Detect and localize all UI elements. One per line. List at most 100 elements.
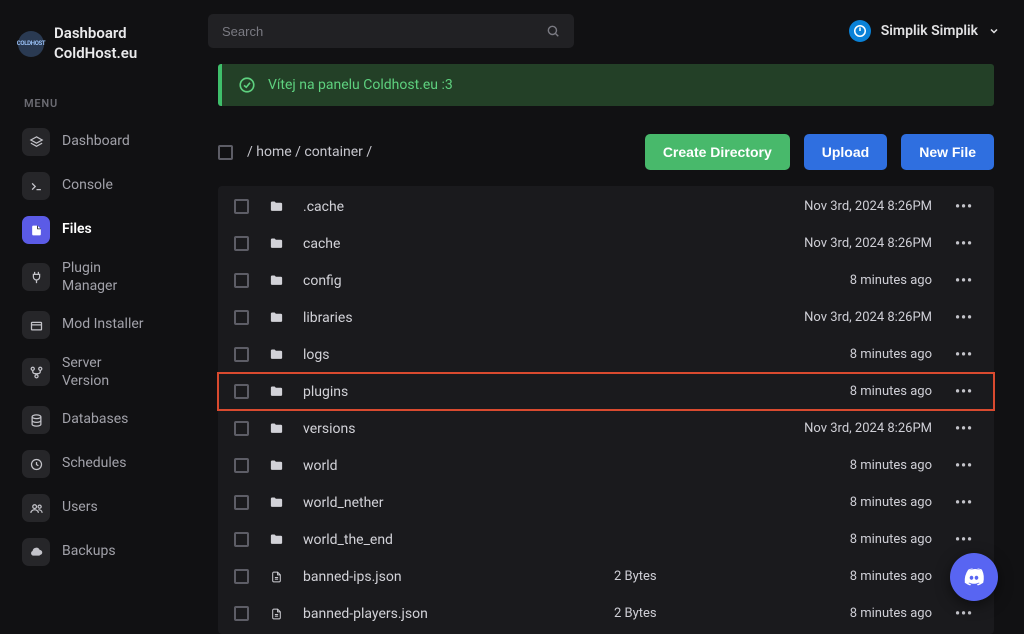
discord-icon xyxy=(961,564,987,590)
row-more-icon[interactable]: ••• xyxy=(950,495,978,511)
topbar: Simplik Simplik xyxy=(208,14,1000,48)
database-icon xyxy=(22,406,50,434)
row-name: cache xyxy=(303,236,596,252)
folder-icon xyxy=(267,384,285,399)
create-directory-button[interactable]: Create Directory xyxy=(645,134,790,170)
row-more-icon[interactable]: ••• xyxy=(950,532,978,548)
row-name: versions xyxy=(303,421,596,437)
sidebar-item-console[interactable]: Console xyxy=(18,168,178,204)
row-checkbox[interactable] xyxy=(234,606,249,621)
row-checkbox[interactable] xyxy=(234,495,249,510)
row-more-icon[interactable]: ••• xyxy=(950,273,978,289)
file-row[interactable]: cache Nov 3rd, 2024 8:26PM ••• xyxy=(218,225,994,262)
package-icon xyxy=(22,311,50,339)
sidebar-item-schedules[interactable]: Schedules xyxy=(18,446,178,482)
sidebar-item-backups[interactable]: Backups xyxy=(18,534,178,570)
row-checkbox[interactable] xyxy=(234,236,249,251)
row-name: world_nether xyxy=(303,495,596,511)
select-all-checkbox[interactable] xyxy=(218,145,233,160)
content: Vítej na panelu Coldhost.eu :3 / home / … xyxy=(218,64,994,623)
brand-logo: COLDHOST xyxy=(18,31,44,57)
user-menu[interactable]: Simplik Simplik xyxy=(849,20,1000,42)
file-row[interactable]: banned-ips.json2 Bytes8 minutes ago••• xyxy=(218,558,994,595)
row-checkbox[interactable] xyxy=(234,310,249,325)
row-more-icon[interactable]: ••• xyxy=(950,199,978,215)
layers-icon xyxy=(22,128,50,156)
row-more-icon[interactable]: ••• xyxy=(950,310,978,326)
row-name: libraries xyxy=(303,310,596,326)
row-more-icon[interactable]: ••• xyxy=(950,458,978,474)
row-checkbox[interactable] xyxy=(234,569,249,584)
nav-list: Dashboard Console Files PluginManager Mod In… xyxy=(18,124,178,570)
row-name: config xyxy=(303,273,596,289)
branch-icon xyxy=(22,358,50,386)
file-row[interactable]: logs8 minutes ago••• xyxy=(218,336,994,373)
discord-fab[interactable] xyxy=(950,553,998,601)
file-row[interactable]: banned-players.json2 Bytes8 minutes ago•… xyxy=(218,595,994,632)
brand[interactable]: COLDHOST Dashboard ColdHost.eu xyxy=(18,24,178,63)
row-checkbox[interactable] xyxy=(234,347,249,362)
folder-icon xyxy=(267,421,285,436)
row-checkbox[interactable] xyxy=(234,199,249,214)
file-list: .cache Nov 3rd, 2024 8:26PM ••• cache Nov 3r… xyxy=(218,186,994,634)
row-date: 8 minutes ago xyxy=(752,606,932,621)
upload-button[interactable]: Upload xyxy=(804,134,887,170)
file-toolbar: / home / container / Create Directory Up… xyxy=(218,134,994,170)
row-checkbox[interactable] xyxy=(234,532,249,547)
users-icon xyxy=(22,494,50,522)
row-date: 8 minutes ago xyxy=(752,273,932,288)
welcome-banner-text: Vítej na panelu Coldhost.eu :3 xyxy=(268,77,453,93)
file-row[interactable]: versionsNov 3rd, 2024 8:26PM••• xyxy=(218,410,994,447)
sidebar-item-label: Console xyxy=(62,177,113,195)
user-avatar-icon xyxy=(849,20,871,42)
sidebar-item-label: Backups xyxy=(62,543,116,561)
folder-icon xyxy=(267,199,285,214)
sidebar-item-label: Schedules xyxy=(62,455,126,473)
row-more-icon[interactable]: ••• xyxy=(950,421,978,437)
sidebar-item-label: PluginManager xyxy=(62,260,117,295)
row-more-icon[interactable]: ••• xyxy=(950,384,978,400)
row-more-icon[interactable]: ••• xyxy=(950,347,978,363)
file-icon xyxy=(22,216,50,244)
new-file-button[interactable]: New File xyxy=(901,134,994,170)
row-more-icon[interactable]: ••• xyxy=(950,606,978,622)
row-name: logs xyxy=(303,347,596,363)
sidebar-item-databases[interactable]: Databases xyxy=(18,402,178,438)
file-row[interactable]: world_nether8 minutes ago••• xyxy=(218,484,994,521)
row-date: Nov 3rd, 2024 8:26PM xyxy=(752,199,932,214)
file-row[interactable]: librariesNov 3rd, 2024 8:26PM••• xyxy=(218,299,994,336)
row-name: world xyxy=(303,458,596,474)
sidebar-item-dashboard[interactable]: Dashboard xyxy=(18,124,178,160)
search-box[interactable] xyxy=(208,14,574,48)
search-icon xyxy=(546,24,560,38)
file-row[interactable]: world_the_end8 minutes ago••• xyxy=(218,521,994,558)
menu-section-label: MENU xyxy=(24,97,178,110)
sidebar-item-label: Databases xyxy=(62,411,128,429)
sidebar-item-label: Dashboard xyxy=(62,133,130,151)
search-input[interactable] xyxy=(222,24,546,39)
row-more-icon[interactable]: ••• xyxy=(950,236,978,252)
sidebar-item-files[interactable]: Files xyxy=(18,212,178,248)
sidebar-item-users[interactable]: Users xyxy=(18,490,178,526)
folder-icon xyxy=(267,532,285,547)
file-row[interactable]: .cache Nov 3rd, 2024 8:26PM ••• xyxy=(218,188,994,225)
row-name: plugins xyxy=(303,384,596,400)
file-row[interactable]: config 8 minutes ago ••• xyxy=(218,262,994,299)
file-row[interactable]: plugins8 minutes ago••• xyxy=(218,373,994,410)
welcome-banner: Vítej na panelu Coldhost.eu :3 xyxy=(218,64,994,106)
row-date: Nov 3rd, 2024 8:26PM xyxy=(752,236,932,251)
plug-icon xyxy=(22,263,50,291)
row-checkbox[interactable] xyxy=(234,384,249,399)
sidebar-item-plugin[interactable]: PluginManager xyxy=(18,256,178,299)
row-checkbox[interactable] xyxy=(234,273,249,288)
row-checkbox[interactable] xyxy=(234,421,249,436)
row-size: 2 Bytes xyxy=(614,569,734,584)
cloud-icon xyxy=(22,538,50,566)
file-row[interactable]: world8 minutes ago••• xyxy=(218,447,994,484)
sidebar-item-mod-installer[interactable]: Mod Installer xyxy=(18,307,178,343)
sidebar-item-server[interactable]: ServerVersion xyxy=(18,351,178,394)
row-name: .cache xyxy=(303,199,596,215)
file-icon xyxy=(267,606,285,622)
row-checkbox[interactable] xyxy=(234,458,249,473)
breadcrumb[interactable]: / home / container / xyxy=(247,144,372,160)
